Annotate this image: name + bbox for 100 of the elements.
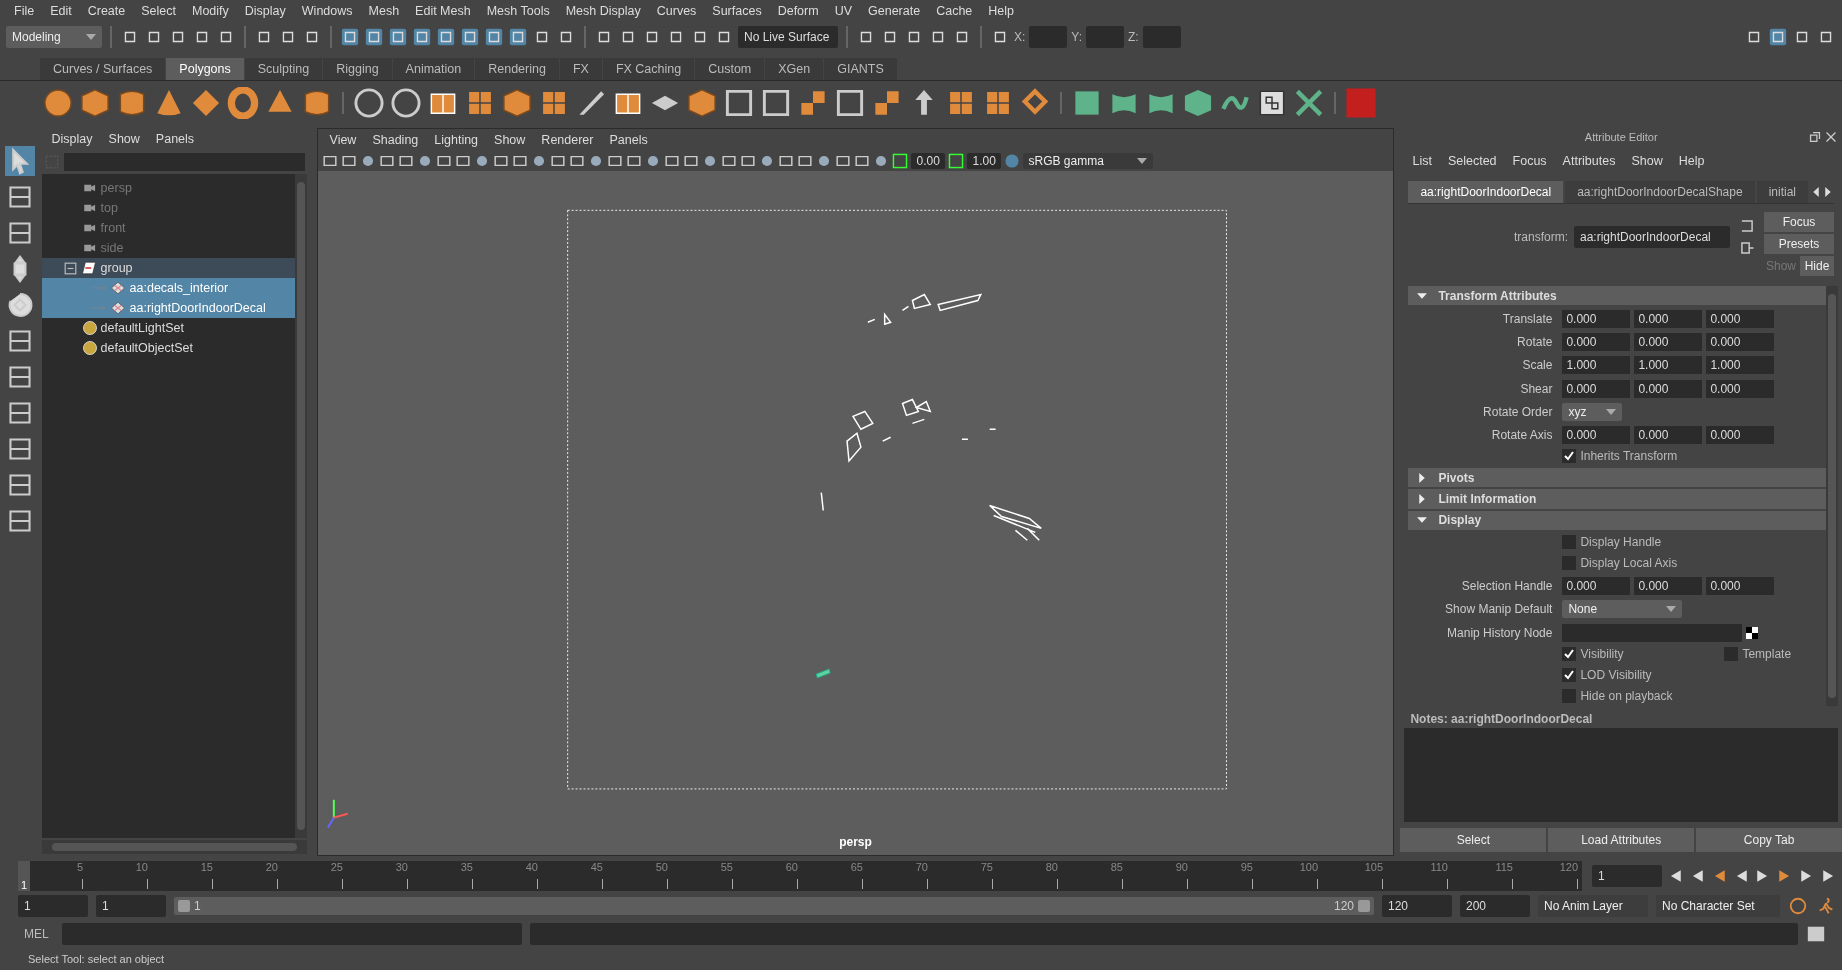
checked-checkbox[interactable] xyxy=(1562,668,1577,683)
playback-start-field[interactable]: 1 xyxy=(96,895,166,917)
node-tab[interactable]: aa:rightDoorIndoorDecal xyxy=(1408,180,1564,203)
color-space-dropdown[interactable]: sRGB gamma xyxy=(1022,153,1153,169)
menu-item[interactable]: UV xyxy=(826,4,861,18)
square-icon[interactable] xyxy=(436,27,456,47)
section-header[interactable]: Display xyxy=(1408,510,1826,530)
exposure-field[interactable]: 0.00 xyxy=(910,153,945,169)
number-field[interactable]: 1.000 xyxy=(1634,356,1703,375)
section-header[interactable]: Pivots xyxy=(1408,468,1826,488)
dropdown[interactable]: None xyxy=(1562,600,1683,619)
outliner-item-label[interactable]: group xyxy=(100,261,133,275)
number-field[interactable]: 0.000 xyxy=(1562,333,1631,352)
menu-item[interactable]: Select xyxy=(133,4,184,18)
caret-icon[interactable] xyxy=(1606,408,1617,415)
side-button[interactable]: Focus xyxy=(1764,212,1834,232)
caret-icon[interactable] xyxy=(86,34,96,40)
start-frame-field[interactable]: 1 xyxy=(18,895,88,917)
slider-handle[interactable] xyxy=(178,900,190,912)
script-editor-icon[interactable] xyxy=(1806,924,1826,944)
checkbox-label[interactable]: Inherits Transform xyxy=(1580,449,1678,464)
menu-item[interactable]: Generate xyxy=(860,4,929,18)
float-icon[interactable] xyxy=(1808,130,1822,144)
sphere-icon[interactable] xyxy=(81,320,98,336)
menu-item[interactable]: Edit xyxy=(42,4,80,18)
group-icon[interactable] xyxy=(79,260,98,276)
number-field[interactable]: 0.000 xyxy=(1562,309,1631,328)
section-header[interactable]: Limit Information xyxy=(1408,489,1826,509)
output-icon[interactable] xyxy=(1738,240,1756,256)
notes-field[interactable] xyxy=(1404,728,1838,822)
sphere-icon[interactable] xyxy=(81,340,98,356)
toggle-button[interactable]: Hide xyxy=(1800,256,1834,276)
checked-checkbox[interactable] xyxy=(1562,646,1577,661)
gamma-field[interactable]: 1.00 xyxy=(966,153,1001,169)
panel-menu-item[interactable]: Lighting xyxy=(426,133,487,147)
shelf-tab[interactable]: Rigging xyxy=(323,58,392,80)
outliner-item-label[interactable]: defaultLightSet xyxy=(100,321,184,335)
end-frame-field[interactable]: 200 xyxy=(1460,895,1530,917)
scrollbar[interactable] xyxy=(1826,286,1838,706)
panel-menu-item[interactable]: Show xyxy=(486,133,534,147)
mesh-icon[interactable] xyxy=(108,280,127,296)
shelf-tab[interactable]: XGen xyxy=(765,58,824,80)
circle-icon[interactable] xyxy=(353,86,385,119)
panel-menu-item[interactable]: Selected xyxy=(1439,154,1505,168)
number-field[interactable]: 0.000 xyxy=(1634,577,1703,596)
number-field[interactable]: 0.000 xyxy=(1706,426,1775,445)
number-field[interactable]: 0.000 xyxy=(1706,333,1775,352)
menu-item[interactable]: File xyxy=(6,4,43,18)
result-field[interactable] xyxy=(530,923,1798,945)
shelf-tab[interactable]: FX xyxy=(559,58,602,80)
mode-dropdown[interactable]: Modeling xyxy=(6,26,102,48)
checker-icon[interactable] xyxy=(1746,626,1759,639)
panel-menu-item[interactable]: Display xyxy=(43,132,101,146)
current-frame-marker[interactable]: 1 xyxy=(18,861,30,891)
panel-menu-item[interactable]: Renderer xyxy=(533,133,602,147)
torus-icon[interactable] xyxy=(227,86,259,119)
number-field[interactable]: 0.000 xyxy=(1634,426,1703,445)
shelf-tab[interactable]: Custom xyxy=(695,58,765,80)
checkbox-label[interactable]: Hide on playback xyxy=(1580,689,1673,704)
checkbox[interactable] xyxy=(1562,555,1577,570)
exposure-icon[interactable] xyxy=(891,153,908,169)
circle-icon[interactable] xyxy=(390,86,422,119)
menu-item[interactable]: Edit Mesh xyxy=(407,4,479,18)
number-field[interactable]: 0.000 xyxy=(1562,577,1631,596)
checked-checkbox[interactable] xyxy=(1562,449,1577,464)
menu-item[interactable]: Mesh xyxy=(360,4,408,18)
shelf-tab[interactable]: Animation xyxy=(392,58,475,80)
dropdown[interactable]: xyz xyxy=(1562,402,1623,421)
shelf-tab[interactable]: Polygons xyxy=(166,58,244,80)
checkbox-label[interactable]: LOD Visibility xyxy=(1580,668,1652,683)
node-tab[interactable]: aa:rightDoorIndoorDecalShape xyxy=(1565,180,1755,203)
checkbox-label[interactable]: Visibility xyxy=(1580,646,1721,661)
coordinate-field[interactable] xyxy=(1029,26,1068,48)
number-field[interactable]: 1.000 xyxy=(1562,356,1631,375)
panel-menu-item[interactable]: List xyxy=(1404,154,1440,168)
caret-icon[interactable] xyxy=(1666,606,1677,613)
shelf-tab[interactable]: Curves / Surfaces xyxy=(40,58,166,80)
live-surface-field[interactable]: No Live Surface xyxy=(738,26,838,48)
key-icon[interactable] xyxy=(1788,896,1808,916)
node-tab[interactable]: initial xyxy=(1756,180,1808,203)
shelf-tab[interactable]: GIANTS xyxy=(824,58,897,80)
node-field[interactable] xyxy=(1562,623,1743,642)
number-field[interactable]: 0.000 xyxy=(1562,426,1631,445)
checkbox[interactable] xyxy=(1562,534,1577,549)
panel-menu-item[interactable]: Show xyxy=(100,132,148,146)
close-icon[interactable] xyxy=(1824,130,1838,144)
shelf-tab[interactable]: FX Caching xyxy=(602,58,695,80)
checkbox[interactable] xyxy=(1562,689,1577,704)
number-field[interactable]: 0.000 xyxy=(1706,379,1775,398)
search-field[interactable] xyxy=(63,153,305,171)
panel-menu-item[interactable]: Show xyxy=(1623,154,1671,168)
menu-item[interactable]: Cache xyxy=(928,4,981,18)
number-field[interactable]: 0.000 xyxy=(1706,577,1775,596)
panel-menu-item[interactable]: Focus xyxy=(1504,154,1555,168)
menu-item[interactable]: Help xyxy=(980,4,1022,18)
menu-item[interactable]: Windows xyxy=(293,4,361,18)
current-frame-field[interactable]: 1 xyxy=(1592,865,1662,887)
coordinate-field[interactable] xyxy=(1142,26,1181,48)
panel-menu-item[interactable]: Help xyxy=(1670,154,1713,168)
coordinate-field[interactable] xyxy=(1086,26,1125,48)
